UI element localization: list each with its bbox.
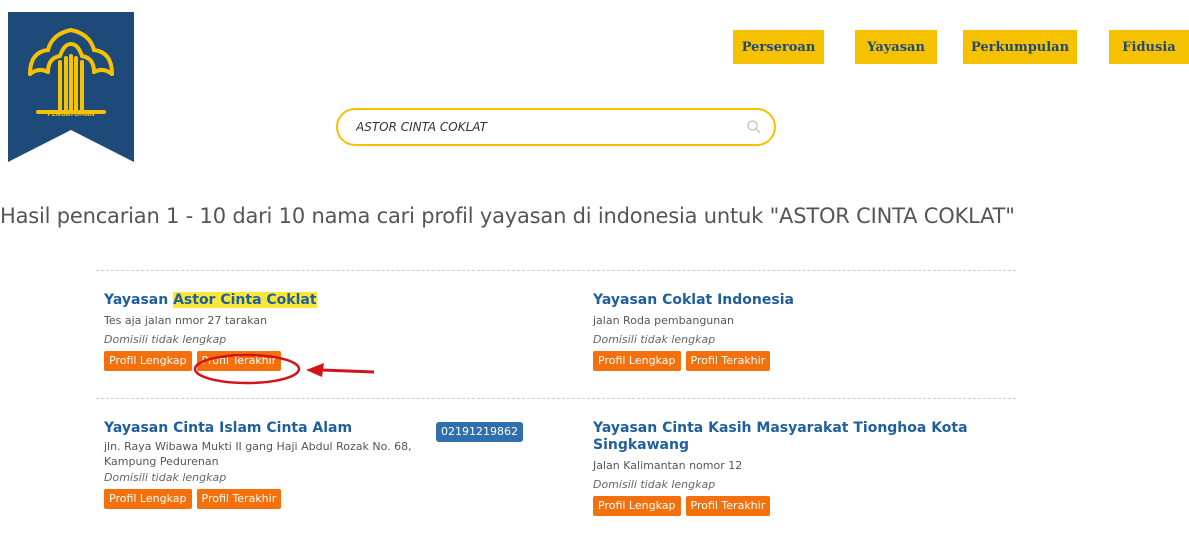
phone-badge: 02191219862 [436,422,523,442]
profil-lengkap-button[interactable]: Profil Lengkap [593,496,681,516]
profil-terakhir-button[interactable]: Profil Terakhir [685,496,771,516]
pengayoman-emblem-icon: PENGAYOMAN [8,12,134,162]
search-highlight: Astor Cinta Coklat [173,292,317,308]
results-heading: Hasil pencarian 1 - 10 dari 10 nama cari… [0,204,1015,228]
profil-terakhir-button[interactable]: Profil Terakhir [196,489,282,509]
result-card: Yayasan Astor Cinta Coklat Tes aja jalan… [104,292,444,371]
profil-terakhir-button[interactable]: Profil Terakhir [685,351,771,371]
logo-text: PENGAYOMAN [47,111,94,118]
pengayoman-logo[interactable]: PENGAYOMAN [8,12,134,162]
search-input[interactable] [338,110,734,144]
profil-lengkap-button[interactable]: Profil Lengkap [593,351,681,371]
profil-lengkap-button[interactable]: Profil Lengkap [104,489,192,509]
nav-fidusia-button[interactable]: Fidusia [1109,30,1189,64]
nav-yayasan-button[interactable]: Yayasan [855,30,937,64]
result-domicile: Domisili tidak lengkap [593,333,716,346]
result-domicile: Domisili tidak lengkap [104,333,227,346]
nav-perseroan-button[interactable]: Perseroan [733,30,824,64]
result-title[interactable]: Yayasan Cinta Islam Cinta Alam [104,420,424,437]
result-card: Yayasan Coklat Indonesia jalan Roda pemb… [593,292,973,371]
result-domicile: Domisili tidak lengkap [104,471,227,484]
profil-terakhir-button[interactable]: Profil Terakhir [196,351,282,371]
result-title[interactable]: Yayasan Cinta Kasih Masyarakat Tionghoa … [593,420,973,454]
nav-perkumpulan-button[interactable]: Perkumpulan [963,30,1077,64]
result-address: jalan Roda pembangunan [593,314,734,327]
result-card: Yayasan Cinta Kasih Masyarakat Tionghoa … [593,420,973,516]
separator [96,398,1016,399]
result-address: Tes aja jalan nmor 27 tarakan [104,314,268,327]
search-icon[interactable] [734,110,774,144]
search-box [336,108,776,146]
separator [96,270,1016,271]
result-title[interactable]: Yayasan Astor Cinta Coklat [104,292,444,309]
profil-lengkap-button[interactable]: Profil Lengkap [104,351,192,371]
result-title[interactable]: Yayasan Coklat Indonesia [593,292,973,309]
result-address: Jalan Kalimantan nomor 12 [593,459,743,472]
result-domicile: Domisili tidak lengkap [593,478,716,491]
result-address: jln. Raya Wibawa Mukti II gang Haji Abdu… [104,440,412,468]
result-card: Yayasan Cinta Islam Cinta Alam jln. Raya… [104,420,424,509]
